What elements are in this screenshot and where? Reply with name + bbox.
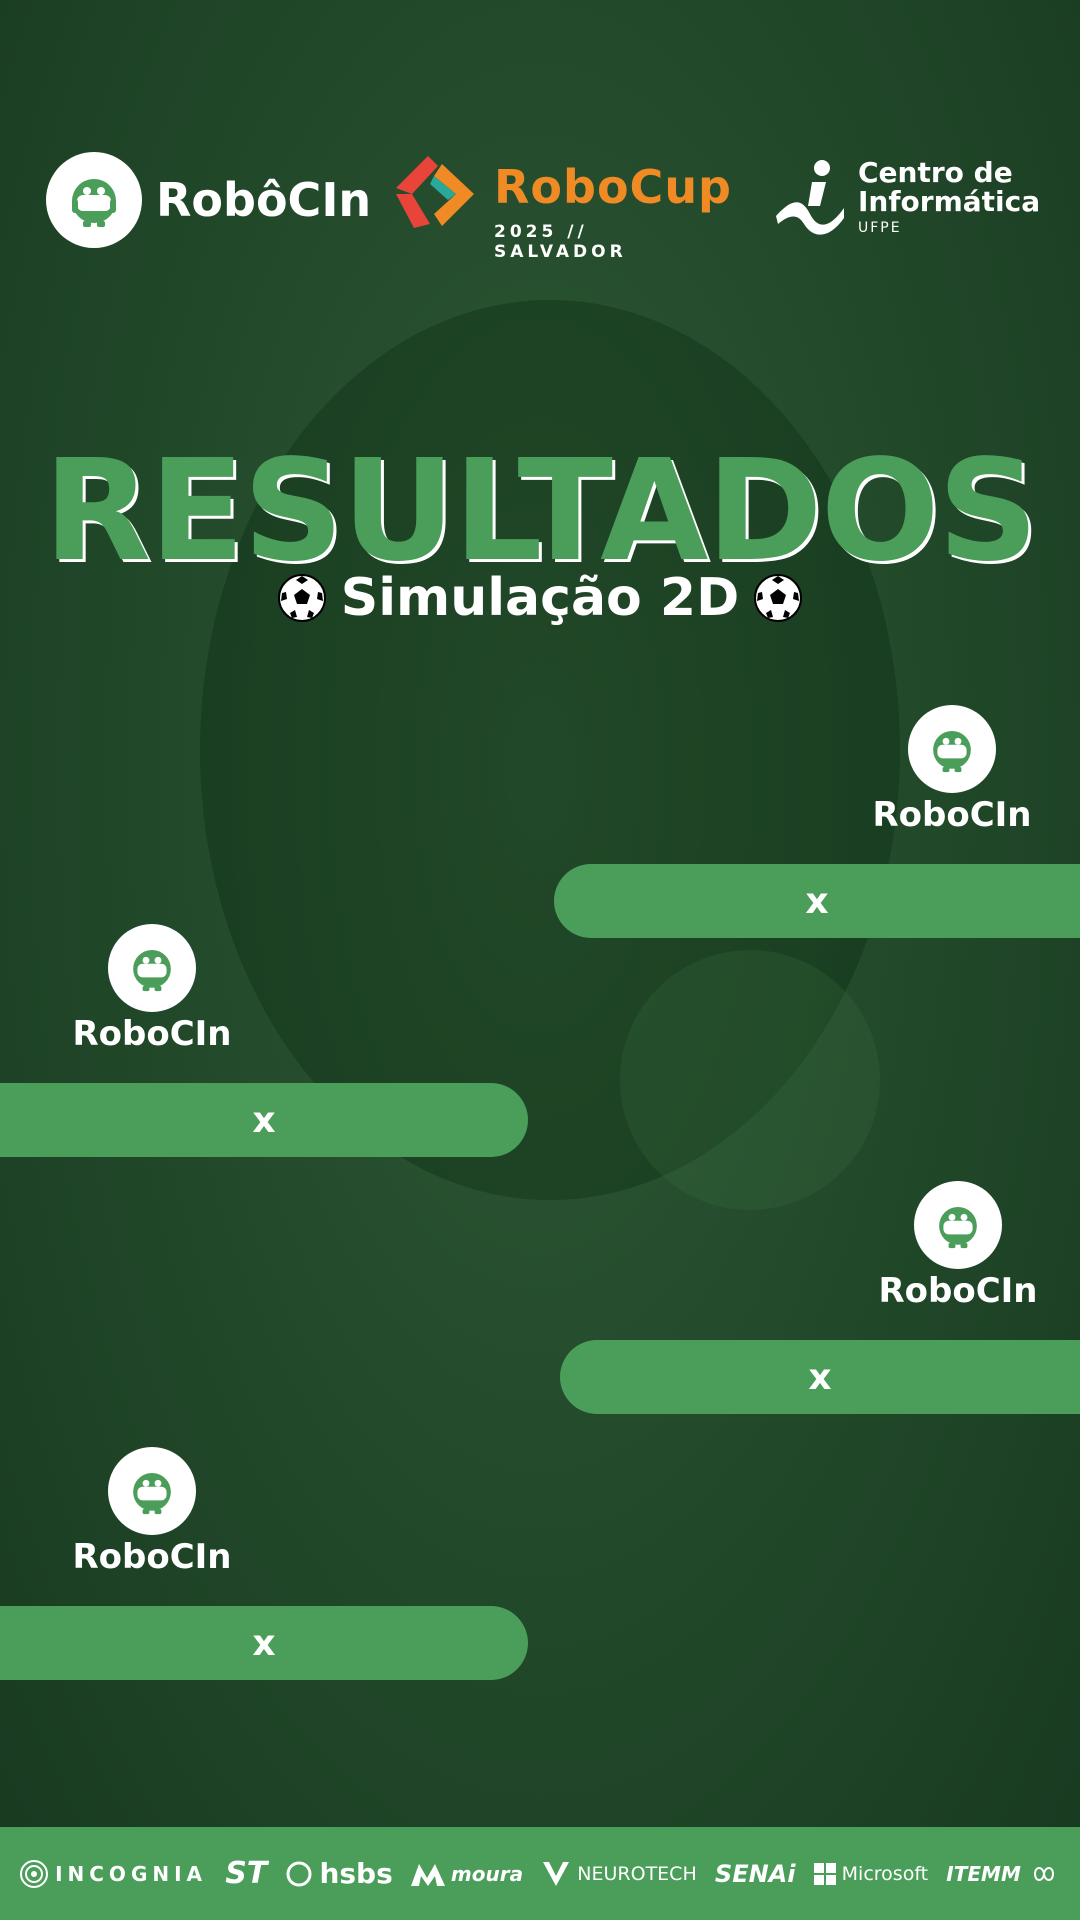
- match-2-score-bar: x: [0, 1083, 528, 1157]
- subtitle-text: Simulação 2D: [340, 568, 740, 628]
- robocin-mascot-icon: [908, 705, 996, 793]
- sponsor-label: moura: [450, 1861, 524, 1886]
- match-1-team: RoboCIn: [852, 705, 1052, 835]
- sponsor-microsoft: Microsoft: [813, 1862, 929, 1885]
- robocup-chevron-icon: [396, 156, 474, 228]
- sponsors-footer: INCOGNIA ST hsbs moura NEUROTECH SENAi M…: [0, 1827, 1080, 1920]
- match-3-team: RoboCIn: [858, 1181, 1058, 1311]
- match-4-score-bar: x: [0, 1606, 528, 1680]
- match-4-team: RoboCIn: [52, 1447, 252, 1577]
- cin-name: Centro de Informática: [858, 158, 1040, 216]
- robocin-logo-text: RobôCIn: [156, 173, 372, 227]
- moura-icon: [410, 1863, 445, 1886]
- neurotech-icon: [543, 1861, 570, 1886]
- robocup-subtitle: 2025 // SALVADOR: [494, 222, 627, 262]
- sponsor-moura: moura: [410, 1861, 524, 1886]
- team-name: RoboCIn: [72, 1537, 232, 1577]
- page-subtitle: Simulação 2D: [0, 568, 1080, 628]
- team-name: RoboCIn: [72, 1014, 232, 1054]
- robocin-mascot-icon: [914, 1181, 1002, 1269]
- sponsor-senai: SENAi: [714, 1859, 796, 1888]
- robocin-logo: RobôCIn: [46, 152, 371, 248]
- sponsor-st: ST: [225, 1856, 268, 1891]
- header-logos: RobôCIn RoboCup 2025 // SALVADOR Centro …: [0, 150, 1080, 262]
- team-name: RoboCIn: [878, 1271, 1038, 1311]
- incognia-icon: [20, 1859, 49, 1888]
- sponsor-label: ITEMM: [946, 1861, 1021, 1886]
- sponsor-itemm: ITEMM: [946, 1862, 1061, 1886]
- microsoft-icon: [813, 1862, 836, 1885]
- cin-line1: Centro de: [858, 156, 1013, 189]
- soccer-ball-icon: [754, 574, 803, 622]
- cin-ufpe: UFPE: [858, 220, 902, 236]
- match-3-score-bar: x: [560, 1340, 1080, 1414]
- sponsor-label: Microsoft: [841, 1862, 929, 1885]
- cin-symbol-icon: [776, 160, 844, 235]
- cin-line2: Informática: [858, 185, 1041, 218]
- match-2-team: RoboCIn: [52, 924, 252, 1054]
- match-1-score-bar: x: [554, 864, 1080, 938]
- itemm-infinity-icon: [1033, 1866, 1054, 1881]
- robocin-mascot-icon: [108, 1447, 196, 1535]
- robocup-logo: RoboCup 2025 // SALVADOR: [390, 150, 731, 262]
- robocup-word: RoboCup: [494, 160, 732, 214]
- sponsor-label: INCOGNIA: [55, 1861, 208, 1886]
- sponsor-label: hsbs: [319, 1857, 393, 1890]
- robocin-mascot-icon: [108, 924, 196, 1012]
- sponsor-label: NEUROTECH: [577, 1862, 697, 1885]
- robocin-mascot-icon: [46, 152, 142, 248]
- sponsor-incognia: INCOGNIA: [19, 1859, 207, 1889]
- sponsor-hsbs: hsbs: [285, 1857, 393, 1890]
- hsbs-icon: [286, 1861, 312, 1886]
- sponsor-neurotech: NEUROTECH: [541, 1860, 697, 1888]
- soccer-ball-icon: [277, 574, 326, 622]
- team-name: RoboCIn: [872, 795, 1032, 835]
- background-blur-2: [620, 950, 880, 1210]
- cin-logo: Centro de Informática UFPE: [772, 158, 1040, 238]
